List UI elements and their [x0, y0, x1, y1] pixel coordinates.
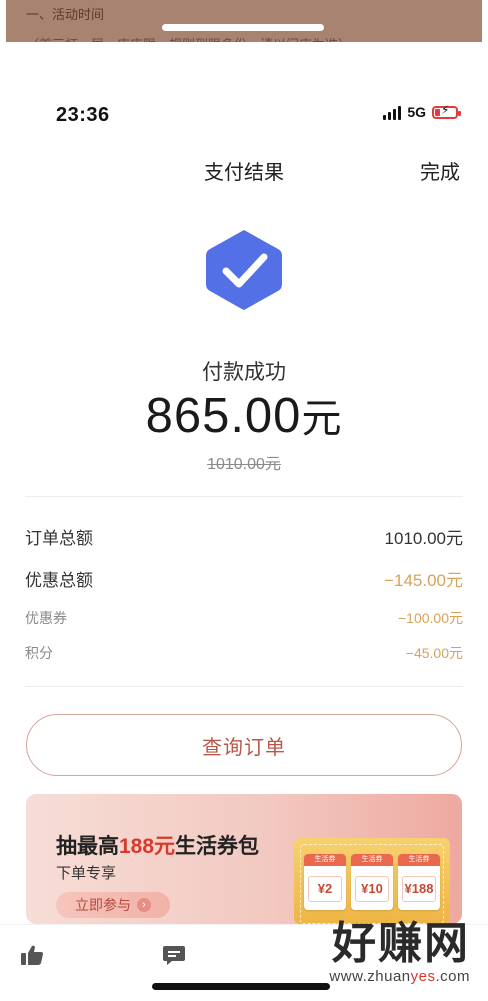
order-total-value: 1010.00元 [384, 529, 463, 548]
coupon-card-label: 生活券 [398, 854, 440, 866]
query-order-button[interactable]: 查询订单 [26, 714, 462, 776]
coupon-card-value: ¥10 [355, 876, 389, 902]
promo-subtitle: 下单专享 [56, 865, 117, 882]
coupon-card-label: 生活券 [304, 854, 346, 866]
join-now-label: 立即参与 [75, 897, 131, 913]
coupon-row: 优惠券 −100.00元 [25, 608, 463, 628]
order-total-label: 订单总额 [25, 529, 93, 548]
order-total-row: 订单总额 1010.00元 [25, 524, 463, 549]
promo-title-highlight: 188元 [119, 835, 176, 858]
coupon-card-label: 生活券 [351, 854, 393, 866]
status-indicators: 5G ⚡ [383, 104, 461, 120]
promo-title-pre: 抽最高 [56, 835, 119, 858]
home-indicator[interactable] [152, 983, 330, 990]
paid-amount-unit: 元 [301, 397, 343, 441]
coupon-value: −100.00元 [398, 610, 463, 626]
points-value: −45.00元 [405, 645, 463, 661]
watermark: 好赚网 www.zhuanyes.com [329, 918, 470, 986]
join-now-button[interactable]: 立即参与 › [56, 892, 170, 918]
promo-title: 抽最高188元生活券包 [56, 830, 259, 860]
background-line-1: 一、活动时间 [26, 7, 105, 22]
payment-status: 付款成功 [202, 361, 286, 384]
coupon-card-value: ¥2 [308, 876, 342, 902]
coupon-pack: 生活券 ¥2 生活券 ¥10 生活券 ¥188 [294, 838, 450, 924]
divider [25, 496, 463, 497]
status-time: 23:36 [56, 104, 110, 126]
discount-total-label: 优惠总额 [25, 571, 93, 590]
coupon-card: 生活券 ¥10 [351, 854, 393, 910]
signal-icon [383, 104, 402, 120]
divider [25, 686, 463, 687]
points-label: 积分 [25, 645, 53, 661]
discount-total-row: 优惠总额 −145.00元 [25, 566, 463, 591]
original-amount: 1010.00元 [207, 456, 281, 473]
promo-banner[interactable]: 抽最高188元生活券包 下单专享 立即参与 › 生活券 ¥2 生活券 ¥10 生… [26, 794, 462, 924]
discount-total-value: −145.00元 [384, 571, 463, 590]
coupon-label: 优惠券 [25, 610, 67, 626]
watermark-text: 好赚网 [332, 918, 470, 969]
background-page-header: 一、活动时间 （首三杯一层，店店限，规则到限多份，请以门店为准） [6, 0, 482, 42]
coupon-card: 生活券 ¥188 [398, 854, 440, 910]
done-button[interactable]: 完成 [420, 156, 460, 185]
coupon-card: 生活券 ¥2 [304, 854, 346, 910]
watermark-url-red: yes [410, 968, 436, 985]
watermark-url-post: .com [435, 968, 470, 985]
background-line-2: （首三杯一层，店店限，规则到限多份，请以门店为准） [26, 34, 351, 42]
paid-amount: 865.00元 [0, 386, 488, 444]
promo-title-post: 生活券包 [175, 835, 260, 858]
check-shield-icon [206, 230, 282, 310]
network-type: 5G [407, 104, 426, 120]
thumbs-up-icon[interactable] [20, 944, 44, 966]
sheet-handle[interactable] [162, 24, 324, 31]
points-row: 积分 −45.00元 [25, 643, 463, 663]
paid-amount-value: 865.00 [145, 389, 302, 443]
watermark-url-pre: www.zhuan [329, 968, 411, 985]
watermark-url: www.zhuanyes.com [329, 968, 470, 985]
coupon-card-value: ¥188 [402, 876, 436, 902]
arrow-right-icon: › [137, 898, 151, 912]
comment-icon[interactable] [162, 944, 186, 966]
battery-icon: ⚡ [432, 104, 461, 119]
page-title: 支付结果 [204, 162, 284, 184]
